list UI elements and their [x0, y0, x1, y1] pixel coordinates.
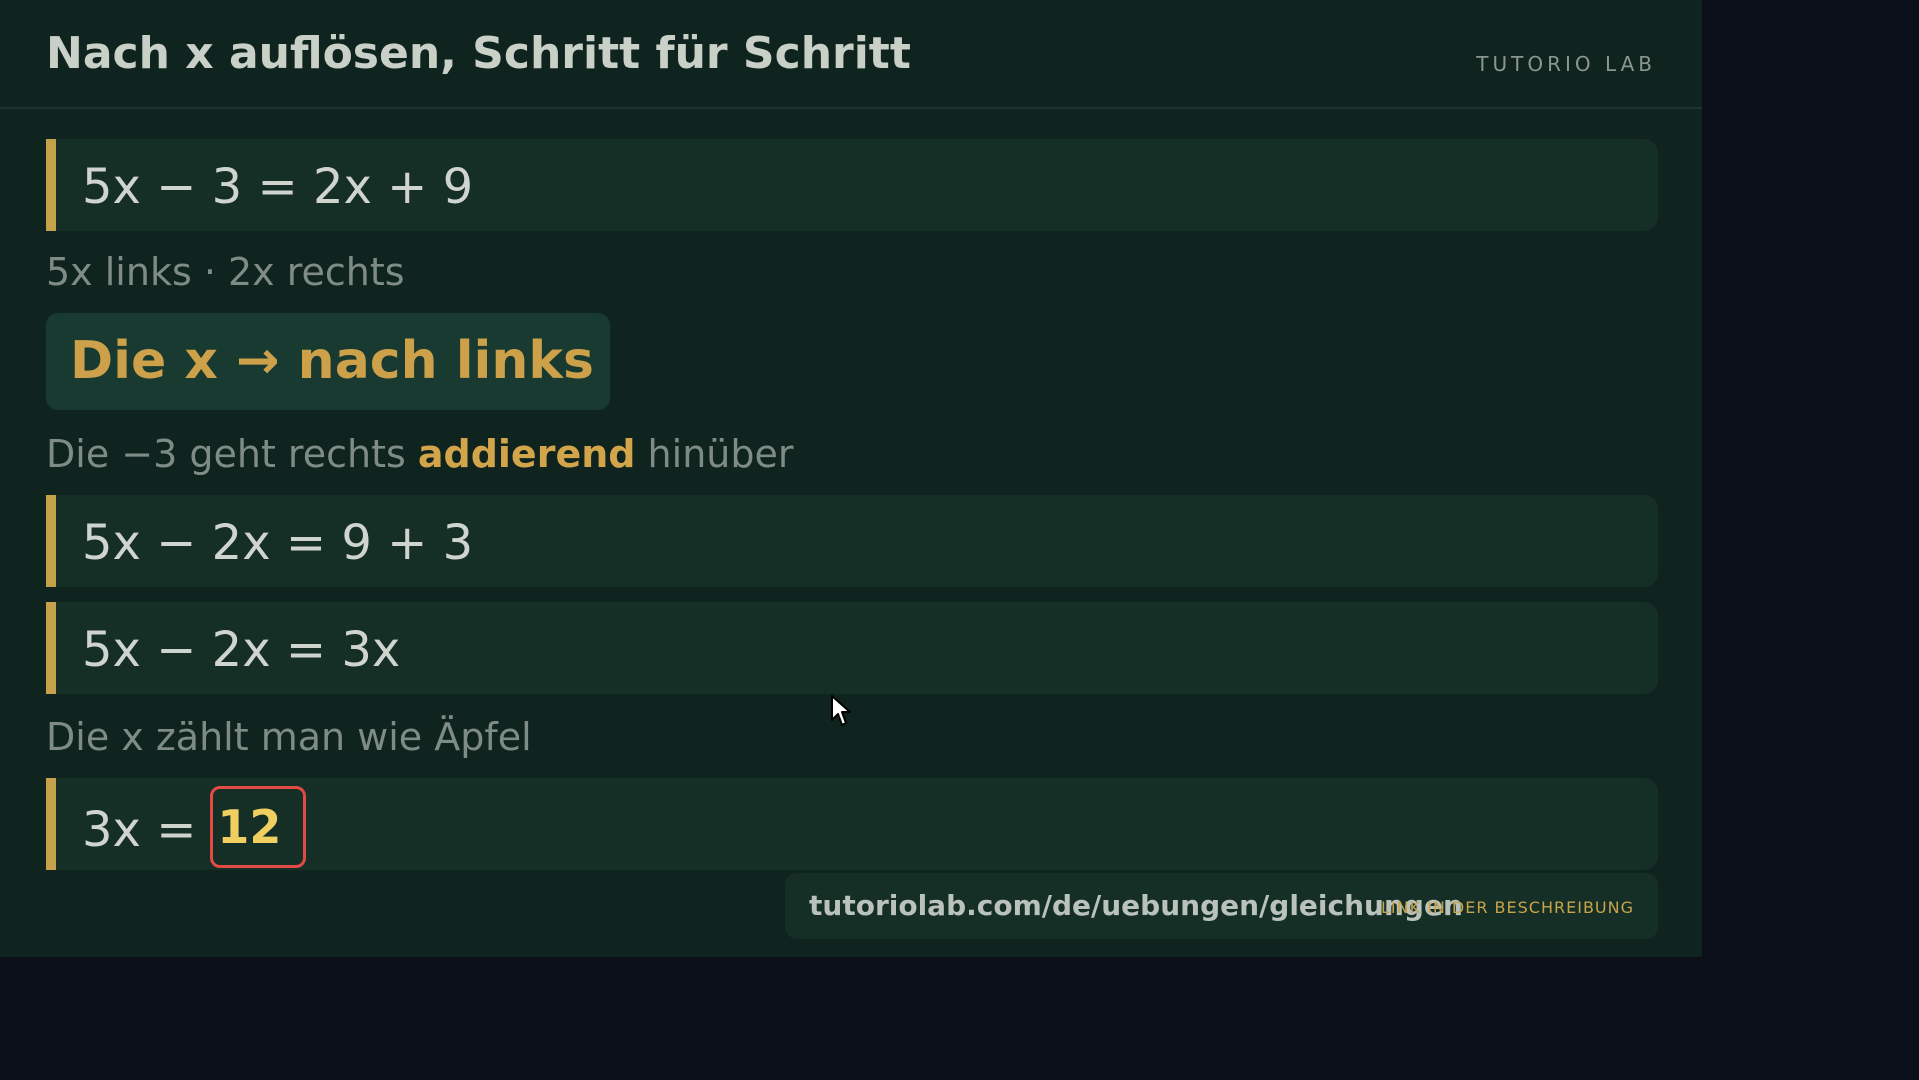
page-title: Nach x auflösen, Schritt für Schritt: [46, 28, 911, 79]
equation-row-2: 5x − 2x = 9 + 3: [46, 495, 1658, 587]
mouse-pointer-icon: [831, 695, 851, 726]
note-1: 5x links · 2x rechts: [46, 250, 405, 294]
equation-row-1: 5x − 3 = 2x + 9: [46, 139, 1658, 231]
header: Nach x auflösen, Schritt für Schritt TUT…: [0, 0, 1702, 109]
note-2-before: Die −3 geht rechts: [46, 432, 418, 476]
brand-label: TUTORIO LAB: [1476, 52, 1656, 76]
chalkboard-panel: Nach x auflösen, Schritt für Schritt TUT…: [0, 0, 1702, 957]
equation-1: 5x − 3 = 2x + 9: [82, 159, 474, 215]
note-3: Die x zählt man wie Äpfel: [46, 715, 532, 759]
footer-url[interactable]: tutoriolab.com/de/uebungen/gleichungen: [809, 889, 1463, 922]
note-2-highlight: addierend: [417, 432, 636, 476]
equation-row-3: 5x − 2x = 3x: [46, 602, 1658, 694]
equation-4: 3x = 12: [82, 786, 307, 874]
answer-box: 12: [210, 786, 307, 868]
equation-3: 5x − 2x = 3x: [82, 622, 401, 678]
note-2: Die −3 geht rechts addierend hinüber: [46, 432, 793, 476]
footer-cta: LINK IN DER BESCHREIBUNG: [1380, 898, 1634, 917]
equation-4-left: 3x =: [82, 802, 197, 858]
equation-row-4: 3x = 12: [46, 778, 1658, 870]
move-hint-text: Die x → nach links: [70, 331, 594, 391]
equation-2: 5x − 2x = 9 + 3: [82, 515, 474, 571]
note-2-after: hinüber: [635, 432, 794, 476]
move-hint-card: Die x → nach links: [46, 313, 610, 410]
footer-link-chip[interactable]: tutoriolab.com/de/uebungen/gleichungen L…: [785, 873, 1658, 939]
